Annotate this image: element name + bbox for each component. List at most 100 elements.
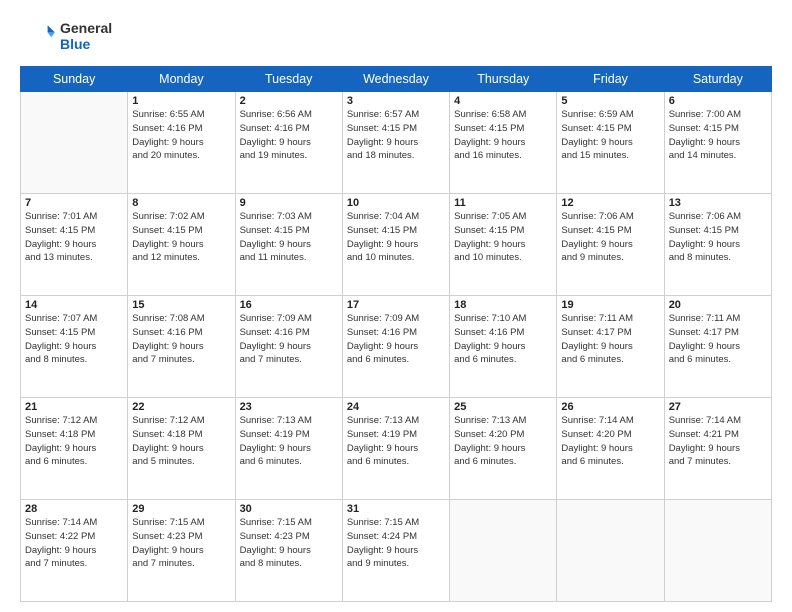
weekday-header-saturday: Saturday: [664, 67, 771, 92]
calendar-cell: 3Sunrise: 6:57 AMSunset: 4:15 PMDaylight…: [342, 92, 449, 194]
day-number: 14: [25, 299, 123, 311]
calendar-cell: 28Sunrise: 7:14 AMSunset: 4:22 PMDayligh…: [21, 500, 128, 602]
calendar-cell: 29Sunrise: 7:15 AMSunset: 4:23 PMDayligh…: [128, 500, 235, 602]
day-info: Sunrise: 7:06 AMSunset: 4:15 PMDaylight:…: [669, 210, 767, 265]
weekday-header-monday: Monday: [128, 67, 235, 92]
logo: GeneralBlue: [20, 18, 112, 54]
day-info: Sunrise: 7:15 AMSunset: 4:23 PMDaylight:…: [132, 516, 230, 571]
day-number: 18: [454, 299, 552, 311]
day-info: Sunrise: 7:14 AMSunset: 4:21 PMDaylight:…: [669, 414, 767, 469]
day-number: 28: [25, 503, 123, 515]
day-info: Sunrise: 7:02 AMSunset: 4:15 PMDaylight:…: [132, 210, 230, 265]
calendar-cell: 8Sunrise: 7:02 AMSunset: 4:15 PMDaylight…: [128, 194, 235, 296]
day-info: Sunrise: 7:14 AMSunset: 4:22 PMDaylight:…: [25, 516, 123, 571]
calendar-cell: 13Sunrise: 7:06 AMSunset: 4:15 PMDayligh…: [664, 194, 771, 296]
weekday-header-friday: Friday: [557, 67, 664, 92]
day-info: Sunrise: 7:13 AMSunset: 4:19 PMDaylight:…: [347, 414, 445, 469]
header: GeneralBlue: [20, 18, 772, 54]
week-row-1: 1Sunrise: 6:55 AMSunset: 4:16 PMDaylight…: [21, 92, 772, 194]
calendar-cell: 21Sunrise: 7:12 AMSunset: 4:18 PMDayligh…: [21, 398, 128, 500]
day-number: 22: [132, 401, 230, 413]
day-number: 3: [347, 95, 445, 107]
day-number: 2: [240, 95, 338, 107]
day-number: 21: [25, 401, 123, 413]
day-info: Sunrise: 7:05 AMSunset: 4:15 PMDaylight:…: [454, 210, 552, 265]
day-number: 8: [132, 197, 230, 209]
calendar-cell: 25Sunrise: 7:13 AMSunset: 4:20 PMDayligh…: [450, 398, 557, 500]
day-number: 12: [561, 197, 659, 209]
day-number: 1: [132, 95, 230, 107]
calendar-cell: 16Sunrise: 7:09 AMSunset: 4:16 PMDayligh…: [235, 296, 342, 398]
calendar-cell: 26Sunrise: 7:14 AMSunset: 4:20 PMDayligh…: [557, 398, 664, 500]
day-number: 25: [454, 401, 552, 413]
calendar-cell: 7Sunrise: 7:01 AMSunset: 4:15 PMDaylight…: [21, 194, 128, 296]
day-number: 13: [669, 197, 767, 209]
day-info: Sunrise: 7:01 AMSunset: 4:15 PMDaylight:…: [25, 210, 123, 265]
logo-svg: [20, 18, 56, 54]
calendar-cell: 17Sunrise: 7:09 AMSunset: 4:16 PMDayligh…: [342, 296, 449, 398]
day-info: Sunrise: 7:15 AMSunset: 4:23 PMDaylight:…: [240, 516, 338, 571]
day-info: Sunrise: 6:57 AMSunset: 4:15 PMDaylight:…: [347, 108, 445, 163]
day-number: 17: [347, 299, 445, 311]
day-number: 7: [25, 197, 123, 209]
week-row-4: 21Sunrise: 7:12 AMSunset: 4:18 PMDayligh…: [21, 398, 772, 500]
day-info: Sunrise: 7:08 AMSunset: 4:16 PMDaylight:…: [132, 312, 230, 367]
calendar-cell: 9Sunrise: 7:03 AMSunset: 4:15 PMDaylight…: [235, 194, 342, 296]
logo-general: General: [60, 20, 112, 36]
calendar-cell: [450, 500, 557, 602]
weekday-header-tuesday: Tuesday: [235, 67, 342, 92]
day-number: 19: [561, 299, 659, 311]
day-number: 15: [132, 299, 230, 311]
calendar-cell: 23Sunrise: 7:13 AMSunset: 4:19 PMDayligh…: [235, 398, 342, 500]
day-info: Sunrise: 7:13 AMSunset: 4:20 PMDaylight:…: [454, 414, 552, 469]
day-info: Sunrise: 6:59 AMSunset: 4:15 PMDaylight:…: [561, 108, 659, 163]
day-info: Sunrise: 7:00 AMSunset: 4:15 PMDaylight:…: [669, 108, 767, 163]
calendar-cell: 2Sunrise: 6:56 AMSunset: 4:16 PMDaylight…: [235, 92, 342, 194]
calendar-cell: 14Sunrise: 7:07 AMSunset: 4:15 PMDayligh…: [21, 296, 128, 398]
day-number: 5: [561, 95, 659, 107]
calendar-cell: 18Sunrise: 7:10 AMSunset: 4:16 PMDayligh…: [450, 296, 557, 398]
calendar-cell: 22Sunrise: 7:12 AMSunset: 4:18 PMDayligh…: [128, 398, 235, 500]
day-info: Sunrise: 7:12 AMSunset: 4:18 PMDaylight:…: [132, 414, 230, 469]
day-info: Sunrise: 7:07 AMSunset: 4:15 PMDaylight:…: [25, 312, 123, 367]
day-number: 4: [454, 95, 552, 107]
day-number: 16: [240, 299, 338, 311]
weekday-header-row: SundayMondayTuesdayWednesdayThursdayFrid…: [21, 67, 772, 92]
calendar-cell: 27Sunrise: 7:14 AMSunset: 4:21 PMDayligh…: [664, 398, 771, 500]
calendar-table: SundayMondayTuesdayWednesdayThursdayFrid…: [20, 66, 772, 602]
calendar-cell: 4Sunrise: 6:58 AMSunset: 4:15 PMDaylight…: [450, 92, 557, 194]
week-row-5: 28Sunrise: 7:14 AMSunset: 4:22 PMDayligh…: [21, 500, 772, 602]
day-number: 11: [454, 197, 552, 209]
day-number: 23: [240, 401, 338, 413]
day-info: Sunrise: 7:03 AMSunset: 4:15 PMDaylight:…: [240, 210, 338, 265]
weekday-header-sunday: Sunday: [21, 67, 128, 92]
day-info: Sunrise: 6:58 AMSunset: 4:15 PMDaylight:…: [454, 108, 552, 163]
day-number: 9: [240, 197, 338, 209]
day-number: 30: [240, 503, 338, 515]
calendar-cell: 15Sunrise: 7:08 AMSunset: 4:16 PMDayligh…: [128, 296, 235, 398]
calendar-cell: [21, 92, 128, 194]
week-row-2: 7Sunrise: 7:01 AMSunset: 4:15 PMDaylight…: [21, 194, 772, 296]
page: GeneralBlue SundayMondayTuesdayWednesday…: [0, 0, 792, 612]
week-row-3: 14Sunrise: 7:07 AMSunset: 4:15 PMDayligh…: [21, 296, 772, 398]
day-info: Sunrise: 7:13 AMSunset: 4:19 PMDaylight:…: [240, 414, 338, 469]
day-info: Sunrise: 7:11 AMSunset: 4:17 PMDaylight:…: [561, 312, 659, 367]
day-info: Sunrise: 7:15 AMSunset: 4:24 PMDaylight:…: [347, 516, 445, 571]
day-number: 20: [669, 299, 767, 311]
calendar-cell: 1Sunrise: 6:55 AMSunset: 4:16 PMDaylight…: [128, 92, 235, 194]
day-info: Sunrise: 7:10 AMSunset: 4:16 PMDaylight:…: [454, 312, 552, 367]
weekday-header-wednesday: Wednesday: [342, 67, 449, 92]
calendar-cell: 31Sunrise: 7:15 AMSunset: 4:24 PMDayligh…: [342, 500, 449, 602]
calendar-cell: 10Sunrise: 7:04 AMSunset: 4:15 PMDayligh…: [342, 194, 449, 296]
day-number: 31: [347, 503, 445, 515]
day-info: Sunrise: 7:11 AMSunset: 4:17 PMDaylight:…: [669, 312, 767, 367]
calendar-cell: [664, 500, 771, 602]
calendar-cell: [557, 500, 664, 602]
calendar-cell: 20Sunrise: 7:11 AMSunset: 4:17 PMDayligh…: [664, 296, 771, 398]
day-number: 27: [669, 401, 767, 413]
day-info: Sunrise: 7:06 AMSunset: 4:15 PMDaylight:…: [561, 210, 659, 265]
calendar-cell: 24Sunrise: 7:13 AMSunset: 4:19 PMDayligh…: [342, 398, 449, 500]
calendar-cell: 12Sunrise: 7:06 AMSunset: 4:15 PMDayligh…: [557, 194, 664, 296]
day-info: Sunrise: 7:12 AMSunset: 4:18 PMDaylight:…: [25, 414, 123, 469]
calendar-cell: 30Sunrise: 7:15 AMSunset: 4:23 PMDayligh…: [235, 500, 342, 602]
